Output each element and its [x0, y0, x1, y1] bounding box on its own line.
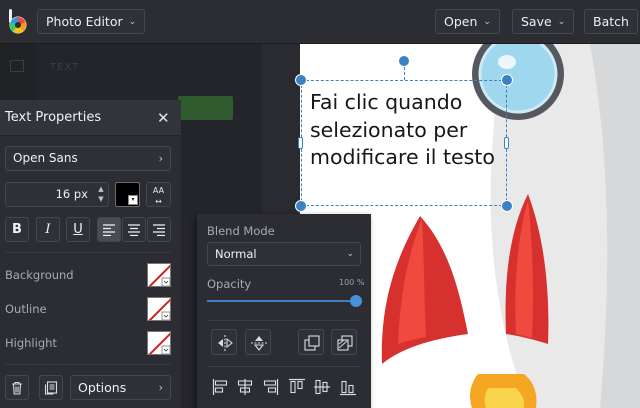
top-bar: Photo Editor ⌄ Open ⌄ Save ⌄ Batch [0, 0, 640, 44]
add-text-button[interactable] [178, 96, 233, 120]
opacity-slider-track[interactable] [207, 300, 357, 302]
opacity-value: 100 % [339, 278, 365, 287]
chevron-right-icon: › [158, 152, 163, 165]
open-label: Open [444, 14, 478, 29]
resize-handle-right[interactable] [504, 137, 509, 149]
batch-button[interactable]: Batch [584, 9, 638, 34]
background-color-swatch[interactable] [147, 263, 171, 287]
befunky-logo-icon[interactable] [7, 9, 29, 35]
flip-horizontal-button[interactable] [211, 329, 237, 355]
send-backward-icon [337, 335, 353, 351]
letter-spacing-button[interactable]: AA ↔ [146, 182, 171, 207]
no-color-icon [148, 332, 170, 354]
options-label: Options [78, 380, 127, 395]
chevron-down-icon: ⌄ [346, 249, 354, 259]
resize-handle-top-left[interactable] [295, 74, 307, 86]
blend-mode-label: Blend Mode [207, 224, 275, 238]
bring-forward-button[interactable] [298, 329, 324, 355]
underline-button[interactable]: U [66, 217, 90, 242]
chevron-down-icon: ⌄ [557, 16, 566, 27]
chevron-down-icon: ▾ [128, 195, 138, 205]
font-family-select[interactable]: Open Sans › [5, 146, 171, 171]
text-tab-label[interactable]: TEXT [50, 62, 79, 73]
panel-title: Text Properties [5, 110, 102, 125]
align-left-button[interactable] [97, 217, 121, 242]
highlight-label: Highlight [5, 336, 57, 350]
resize-handle-left[interactable] [298, 137, 303, 149]
blend-mode-value: Normal [215, 247, 257, 261]
align-left-icon [103, 224, 115, 237]
highlight-color-swatch[interactable] [147, 331, 171, 355]
resize-handle-bottom-left[interactable] [295, 200, 307, 212]
panel-header: Text Properties ✕ [0, 100, 181, 136]
align-center-button[interactable] [122, 217, 146, 242]
duplicate-button[interactable] [39, 375, 63, 400]
photo-editor-label: Photo Editor [46, 14, 123, 29]
font-size-input[interactable]: 16 px [5, 182, 109, 207]
open-button[interactable]: Open ⌄ [435, 9, 500, 34]
background-label: Background [5, 268, 74, 282]
options-button[interactable]: Options › [70, 375, 171, 400]
flip-vertical-icon [251, 336, 267, 351]
delete-button[interactable] [5, 375, 29, 400]
opacity-slider-thumb[interactable] [350, 295, 362, 307]
text-tool-icon[interactable] [10, 60, 24, 72]
chevron-right-icon: › [158, 381, 163, 394]
trash-icon [12, 381, 22, 395]
flip-horizontal-icon [218, 335, 233, 351]
align-objects-middle-icon[interactable] [313, 378, 331, 396]
photo-editor-menu-button[interactable]: Photo Editor ⌄ [37, 9, 146, 34]
outline-label: Outline [5, 302, 47, 316]
resize-handle-top-right[interactable] [501, 74, 513, 86]
align-objects-left-icon[interactable] [212, 378, 230, 396]
align-objects-top-icon[interactable] [288, 378, 306, 396]
divider [207, 320, 361, 321]
align-objects-bottom-icon[interactable] [339, 378, 357, 396]
chevron-down-icon: ⌄ [128, 16, 137, 27]
duplicate-icon [44, 381, 58, 395]
align-right-button[interactable] [147, 217, 171, 242]
font-size-stepper[interactable]: ▲ ▼ [96, 184, 106, 204]
save-button[interactable]: Save ⌄ [512, 9, 575, 34]
resize-handle-bottom-right[interactable] [501, 200, 513, 212]
italic-button[interactable]: I [36, 217, 60, 242]
text-properties-panel: Text Properties ✕ Open Sans › 16 px ▲ ▼ ▾… [0, 100, 181, 408]
blend-mode-select[interactable]: Normal ⌄ [207, 242, 361, 266]
no-color-icon [148, 264, 170, 286]
outline-color-swatch[interactable] [147, 297, 171, 321]
save-label: Save [521, 14, 552, 29]
opacity-label: Opacity [207, 277, 252, 291]
batch-label: Batch [593, 14, 629, 29]
align-objects-center-icon[interactable] [236, 378, 254, 396]
align-right-icon [153, 224, 165, 237]
rotate-guide [404, 67, 405, 80]
flip-vertical-button[interactable] [245, 329, 271, 355]
chevron-down-icon: ⌄ [483, 16, 491, 27]
font-family-value: Open Sans [13, 151, 78, 165]
divider [5, 252, 171, 253]
canvas-text-content[interactable]: Fai clic quando selezionato per modifica… [310, 89, 505, 172]
close-icon[interactable]: ✕ [157, 109, 170, 127]
divider [207, 366, 361, 367]
align-center-icon [128, 224, 140, 237]
divider [5, 364, 171, 365]
bold-button[interactable]: B [5, 217, 29, 242]
blend-options-panel: Blend Mode Normal ⌄ Opacity 100 % [197, 214, 371, 408]
send-backward-button[interactable] [331, 329, 357, 355]
no-color-icon [148, 298, 170, 320]
align-objects-right-icon[interactable] [261, 378, 279, 396]
bring-forward-icon [304, 335, 320, 351]
rotate-handle[interactable] [398, 55, 410, 67]
